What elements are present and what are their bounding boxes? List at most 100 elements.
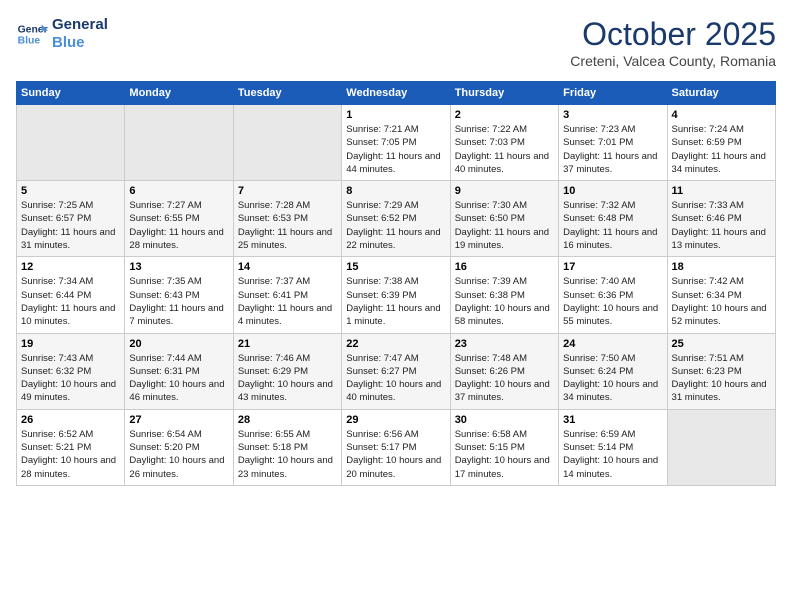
calendar-cell: 20 Sunrise: 7:44 AM Sunset: 6:31 PM Dayli…	[125, 333, 233, 409]
day-info: Sunrise: 7:42 AM Sunset: 6:34 PM Dayligh…	[672, 275, 771, 328]
day-number: 9	[455, 185, 554, 197]
calendar-cell: 13 Sunrise: 7:35 AM Sunset: 6:43 PM Dayli…	[125, 257, 233, 333]
day-number: 24	[563, 338, 662, 350]
calendar-cell: 7Sunrise: 7:28 AM Sunset: 6:53 PM Daylig…	[233, 181, 341, 257]
calendar-cell: 2 Sunrise: 7:22 AM Sunset: 7:03 PM Daylig…	[450, 105, 558, 181]
calendar-cell: 19 Sunrise: 7:43 AM Sunset: 6:32 PM Dayli…	[17, 333, 125, 409]
calendar-cell: 3Sunrise: 7:23 AM Sunset: 7:01 PM Daylig…	[559, 105, 667, 181]
logo-blue: Blue	[52, 34, 108, 52]
day-info: Sunrise: 7:29 AM Sunset: 6:52 PM Dayligh…	[346, 199, 445, 252]
day-info: Sunrise: 7:25 AM Sunset: 6:57 PM Dayligh…	[21, 199, 120, 252]
calendar-cell: 22 Sunrise: 7:47 AM Sunset: 6:27 PM Dayli…	[342, 333, 450, 409]
day-info: Sunrise: 7:46 AM Sunset: 6:29 PM Dayligh…	[238, 352, 337, 405]
day-info: Sunrise: 7:48 AM Sunset: 6:26 PM Dayligh…	[455, 352, 554, 405]
calendar-table: SundayMondayTuesdayWednesdayThursdayFrid…	[16, 81, 776, 486]
day-info: Sunrise: 7:35 AM Sunset: 6:43 PM Dayligh…	[129, 275, 228, 328]
calendar-cell: 6Sunrise: 7:27 AM Sunset: 6:55 PM Daylig…	[125, 181, 233, 257]
calendar-cell: 15 Sunrise: 7:38 AM Sunset: 6:39 PM Dayli…	[342, 257, 450, 333]
day-number: 15	[346, 261, 445, 273]
day-number: 16	[455, 261, 554, 273]
title-block: October 2025 Creteni, Valcea County, Rom…	[570, 16, 776, 69]
calendar-week-row: 26 Sunrise: 6:52 AM Sunset: 5:21 PM Dayli…	[17, 409, 776, 485]
day-number: 19	[21, 338, 120, 350]
day-number: 23	[455, 338, 554, 350]
day-info: Sunrise: 7:21 AM Sunset: 7:05 PM Dayligh…	[346, 123, 445, 176]
calendar-cell: 1 Sunrise: 7:21 AM Sunset: 7:05 PM Daylig…	[342, 105, 450, 181]
day-info: Sunrise: 7:33 AM Sunset: 6:46 PM Dayligh…	[672, 199, 771, 252]
day-number: 13	[129, 261, 228, 273]
weekday-header: Friday	[559, 82, 667, 105]
calendar-cell: 14 Sunrise: 7:37 AM Sunset: 6:41 PM Dayli…	[233, 257, 341, 333]
month-title: October 2025	[570, 16, 776, 53]
weekday-header: Saturday	[667, 82, 775, 105]
day-info: Sunrise: 7:47 AM Sunset: 6:27 PM Dayligh…	[346, 352, 445, 405]
day-number: 1	[346, 109, 445, 121]
calendar-cell: 18 Sunrise: 7:42 AM Sunset: 6:34 PM Dayli…	[667, 257, 775, 333]
day-number: 29	[346, 414, 445, 426]
day-info: Sunrise: 6:54 AM Sunset: 5:20 PM Dayligh…	[129, 428, 228, 481]
day-number: 30	[455, 414, 554, 426]
calendar-week-row: 19 Sunrise: 7:43 AM Sunset: 6:32 PM Dayli…	[17, 333, 776, 409]
day-number: 14	[238, 261, 337, 273]
day-info: Sunrise: 7:24 AM Sunset: 6:59 PM Dayligh…	[672, 123, 771, 176]
calendar-week-row: 1 Sunrise: 7:21 AM Sunset: 7:05 PM Daylig…	[17, 105, 776, 181]
day-number: 28	[238, 414, 337, 426]
day-number: 27	[129, 414, 228, 426]
calendar-cell: 4Sunrise: 7:24 AM Sunset: 6:59 PM Daylig…	[667, 105, 775, 181]
calendar-week-row: 5 Sunrise: 7:25 AM Sunset: 6:57 PM Daylig…	[17, 181, 776, 257]
day-number: 10	[563, 185, 662, 197]
calendar-cell: 17 Sunrise: 7:40 AM Sunset: 6:36 PM Dayli…	[559, 257, 667, 333]
calendar-cell: 16 Sunrise: 7:39 AM Sunset: 6:38 PM Dayli…	[450, 257, 558, 333]
day-number: 17	[563, 261, 662, 273]
calendar-cell: 9 Sunrise: 7:30 AM Sunset: 6:50 PM Daylig…	[450, 181, 558, 257]
calendar-cell: 31Sunrise: 6:59 AM Sunset: 5:14 PM Dayli…	[559, 409, 667, 485]
calendar-cell: 29 Sunrise: 6:56 AM Sunset: 5:17 PM Dayli…	[342, 409, 450, 485]
day-info: Sunrise: 7:32 AM Sunset: 6:48 PM Dayligh…	[563, 199, 662, 252]
calendar-cell: 5 Sunrise: 7:25 AM Sunset: 6:57 PM Daylig…	[17, 181, 125, 257]
location-subtitle: Creteni, Valcea County, Romania	[570, 53, 776, 69]
day-info: Sunrise: 7:39 AM Sunset: 6:38 PM Dayligh…	[455, 275, 554, 328]
calendar-cell: 8 Sunrise: 7:29 AM Sunset: 6:52 PM Daylig…	[342, 181, 450, 257]
day-number: 21	[238, 338, 337, 350]
day-info: Sunrise: 6:56 AM Sunset: 5:17 PM Dayligh…	[346, 428, 445, 481]
day-info: Sunrise: 7:37 AM Sunset: 6:41 PM Dayligh…	[238, 275, 337, 328]
day-info: Sunrise: 6:52 AM Sunset: 5:21 PM Dayligh…	[21, 428, 120, 481]
weekday-header: Monday	[125, 82, 233, 105]
day-info: Sunrise: 6:58 AM Sunset: 5:15 PM Dayligh…	[455, 428, 554, 481]
logo-icon: General Blue	[16, 18, 48, 50]
day-number: 18	[672, 261, 771, 273]
day-info: Sunrise: 7:51 AM Sunset: 6:23 PM Dayligh…	[672, 352, 771, 405]
weekday-header: Sunday	[17, 82, 125, 105]
day-info: Sunrise: 7:40 AM Sunset: 6:36 PM Dayligh…	[563, 275, 662, 328]
day-info: Sunrise: 7:22 AM Sunset: 7:03 PM Dayligh…	[455, 123, 554, 176]
calendar-cell: 26 Sunrise: 6:52 AM Sunset: 5:21 PM Dayli…	[17, 409, 125, 485]
day-number: 25	[672, 338, 771, 350]
day-number: 5	[21, 185, 120, 197]
day-number: 8	[346, 185, 445, 197]
day-info: Sunrise: 7:44 AM Sunset: 6:31 PM Dayligh…	[129, 352, 228, 405]
day-info: Sunrise: 6:55 AM Sunset: 5:18 PM Dayligh…	[238, 428, 337, 481]
day-info: Sunrise: 7:30 AM Sunset: 6:50 PM Dayligh…	[455, 199, 554, 252]
day-info: Sunrise: 7:50 AM Sunset: 6:24 PM Dayligh…	[563, 352, 662, 405]
day-info: Sunrise: 7:38 AM Sunset: 6:39 PM Dayligh…	[346, 275, 445, 328]
day-number: 6	[129, 185, 228, 197]
svg-text:Blue: Blue	[18, 36, 41, 47]
day-number: 12	[21, 261, 120, 273]
calendar-cell: 27 Sunrise: 6:54 AM Sunset: 5:20 PM Dayli…	[125, 409, 233, 485]
day-number: 3	[563, 109, 662, 121]
calendar-cell: 21 Sunrise: 7:46 AM Sunset: 6:29 PM Dayli…	[233, 333, 341, 409]
day-number: 31	[563, 414, 662, 426]
day-info: Sunrise: 7:43 AM Sunset: 6:32 PM Dayligh…	[21, 352, 120, 405]
calendar-cell	[233, 105, 341, 181]
calendar-cell: 28 Sunrise: 6:55 AM Sunset: 5:18 PM Dayli…	[233, 409, 341, 485]
calendar-cell: 25 Sunrise: 7:51 AM Sunset: 6:23 PM Dayli…	[667, 333, 775, 409]
calendar-cell: 10 Sunrise: 7:32 AM Sunset: 6:48 PM Dayli…	[559, 181, 667, 257]
day-number: 20	[129, 338, 228, 350]
calendar-header: SundayMondayTuesdayWednesdayThursdayFrid…	[17, 82, 776, 105]
calendar-cell: 23 Sunrise: 7:48 AM Sunset: 6:26 PM Dayli…	[450, 333, 558, 409]
day-number: 2	[455, 109, 554, 121]
day-number: 22	[346, 338, 445, 350]
weekday-header: Thursday	[450, 82, 558, 105]
calendar-cell: 11Sunrise: 7:33 AM Sunset: 6:46 PM Dayli…	[667, 181, 775, 257]
day-number: 26	[21, 414, 120, 426]
